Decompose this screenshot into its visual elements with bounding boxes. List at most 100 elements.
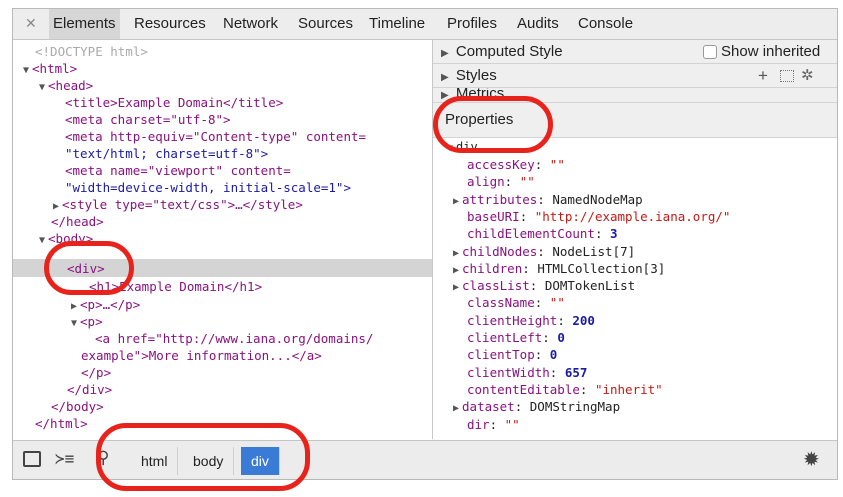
property-value: 3 xyxy=(610,226,618,242)
property-name: contentEditable xyxy=(467,381,580,397)
property-row-dir[interactable]: dir: "" xyxy=(467,416,520,433)
console-drawer-icon[interactable]: ≻≡ xyxy=(55,449,74,468)
expand-triangle-icon[interactable]: ▼ xyxy=(39,82,45,93)
property-value: 657 xyxy=(564,364,588,380)
property-name: clientWidth xyxy=(467,364,550,380)
element-state-icon[interactable] xyxy=(780,70,794,82)
tab-sources[interactable]: Sources xyxy=(298,9,353,39)
expand-triangle-icon[interactable]: ▼ xyxy=(71,318,77,329)
close-icon[interactable]: ✕ xyxy=(25,15,37,32)
expand-triangle-icon[interactable]: ▶ xyxy=(453,196,459,207)
devtools-tabbar: ✕ Elements Resources Network Sources Tim… xyxy=(13,9,837,40)
property-row-align[interactable]: align: "" xyxy=(467,173,535,190)
property-colon: : xyxy=(534,157,550,172)
tab-profiles[interactable]: Profiles xyxy=(447,9,497,39)
property-row-attributes[interactable]: ▶ attributes: NamedNodeMap xyxy=(453,191,643,208)
property-row-childElementCount[interactable]: childElementCount: 3 xyxy=(467,225,618,242)
property-row-clientLeft[interactable]: clientLeft: 0 xyxy=(467,329,565,346)
style-node[interactable]: ▶ <style type="text/css">…</style> xyxy=(53,196,303,213)
property-colon: : xyxy=(549,364,565,380)
expand-triangle-icon[interactable]: ▼ xyxy=(23,65,29,76)
dock-icon[interactable] xyxy=(23,451,41,467)
tab-network[interactable]: Network xyxy=(223,9,278,39)
property-row-children[interactable]: ▶ children: HTMLCollection[3] xyxy=(453,260,665,277)
meta-viewport-node[interactable]: <meta name="viewport" content= xyxy=(65,162,291,179)
property-value: "inherit" xyxy=(594,381,663,397)
expand-triangle-icon[interactable]: ▶ xyxy=(453,265,459,276)
property-name: attributes xyxy=(462,191,538,207)
property-row-contentEditable[interactable]: contentEditable: "inherit" xyxy=(467,381,663,398)
property-name: dataset xyxy=(462,399,515,415)
property-value: DOMStringMap xyxy=(529,399,621,415)
html-node[interactable]: ▼ <html> xyxy=(23,60,77,77)
property-row-clientTop[interactable]: clientTop: 0 xyxy=(467,346,557,363)
property-name: clientTop xyxy=(467,347,535,363)
property-row-clientWidth[interactable]: clientWidth: 657 xyxy=(467,364,587,381)
expand-triangle-icon[interactable]: ▶ xyxy=(453,248,459,259)
p-close-node: </p> xyxy=(81,365,112,380)
expand-triangle-icon[interactable]: ▶ xyxy=(453,282,459,293)
property-colon: : xyxy=(594,226,610,242)
tab-audits[interactable]: Audits xyxy=(517,9,559,39)
expand-triangle-icon[interactable]: ▶ xyxy=(453,403,459,414)
property-row-classList[interactable]: ▶ classList: DOMTokenList xyxy=(453,277,635,294)
title-node[interactable]: <title>Example Domain</title> xyxy=(65,94,283,111)
tab-resources[interactable]: Resources xyxy=(134,9,206,39)
property-row-accessKey[interactable]: accessKey: "" xyxy=(467,156,565,173)
property-colon: : xyxy=(504,174,520,190)
property-name: baseURI xyxy=(467,208,520,224)
property-colon: : xyxy=(534,347,550,363)
property-colon: : xyxy=(534,295,550,311)
property-colon: : xyxy=(489,416,505,432)
doctype-node[interactable]: <!DOCTYPE html> xyxy=(35,43,148,60)
property-row-className[interactable]: className: "" xyxy=(467,294,565,311)
property-colon: : xyxy=(557,312,573,328)
property-value: "" xyxy=(549,157,565,172)
property-row-clientHeight[interactable]: clientHeight: 200 xyxy=(467,312,595,329)
property-value: 0 xyxy=(557,330,565,345)
property-name: clientHeight xyxy=(467,312,558,328)
property-value: "" xyxy=(519,174,535,190)
expand-triangle-icon[interactable]: ▶ xyxy=(71,301,77,312)
property-name: className xyxy=(467,295,535,311)
property-row-childNodes[interactable]: ▶ childNodes: NodeList[7] xyxy=(453,243,635,260)
tab-timeline[interactable]: Timeline xyxy=(369,9,425,39)
property-value: HTMLCollection[3] xyxy=(537,260,666,276)
p-node[interactable]: ▼ <p> xyxy=(71,313,103,330)
styles-header[interactable]: ▶ Styles + ✲ xyxy=(433,64,837,88)
meta-http-node[interactable]: <meta http-equiv="Content-type" content= xyxy=(65,128,366,145)
property-value: 0 xyxy=(549,347,558,363)
property-colon: : xyxy=(514,399,530,415)
anchor-node[interactable]: <a href="http://www.iana.org/domains/ xyxy=(95,330,373,347)
computed-style-header[interactable]: ▶ Computed Style Show inherited xyxy=(433,40,837,64)
show-inherited-label: Show inherited xyxy=(721,43,821,60)
p-collapsed-node[interactable]: ▶ <p>…</p> xyxy=(71,296,140,313)
meta-http-node-cont: "text/html; charset=utf-8"> xyxy=(65,146,269,161)
expand-triangle-icon[interactable]: ▶ xyxy=(441,48,449,59)
html-close-node: </html> xyxy=(35,416,88,431)
property-colon: : xyxy=(537,191,553,207)
devtools-window: ✕ Elements Resources Network Sources Tim… xyxy=(12,8,838,480)
property-row-dataset[interactable]: ▶ dataset: DOMStringMap xyxy=(453,398,620,415)
expand-triangle-icon[interactable]: ▶ xyxy=(53,201,59,212)
property-value: "" xyxy=(504,416,520,432)
property-row-baseURI[interactable]: baseURI: "http://example.iana.org/" xyxy=(467,208,730,225)
property-colon: : xyxy=(519,208,535,224)
add-rule-icon[interactable]: + xyxy=(758,64,768,87)
expand-triangle-icon[interactable]: ▼ xyxy=(39,235,45,246)
property-value: "http://example.iana.org/" xyxy=(534,208,731,224)
property-colon: : xyxy=(579,381,595,397)
settings-gear-icon[interactable]: ✹ xyxy=(803,447,820,472)
head-node[interactable]: ▼ <head> xyxy=(39,77,93,94)
property-name: childNodes xyxy=(462,243,538,259)
tab-elements[interactable]: Elements xyxy=(49,9,120,39)
anchor-node-cont: example">More information...</a> xyxy=(81,348,322,363)
annotation-circle-properties xyxy=(433,96,553,153)
tab-console[interactable]: Console xyxy=(578,9,633,39)
show-inherited-checkbox[interactable] xyxy=(703,45,717,59)
meta-charset-node[interactable]: <meta charset="utf-8"> xyxy=(65,111,231,128)
gear-icon[interactable]: ✲ xyxy=(801,64,814,87)
expand-triangle-icon[interactable]: ▶ xyxy=(441,72,449,83)
property-name: childElementCount xyxy=(467,226,595,242)
property-name: children xyxy=(462,260,523,276)
